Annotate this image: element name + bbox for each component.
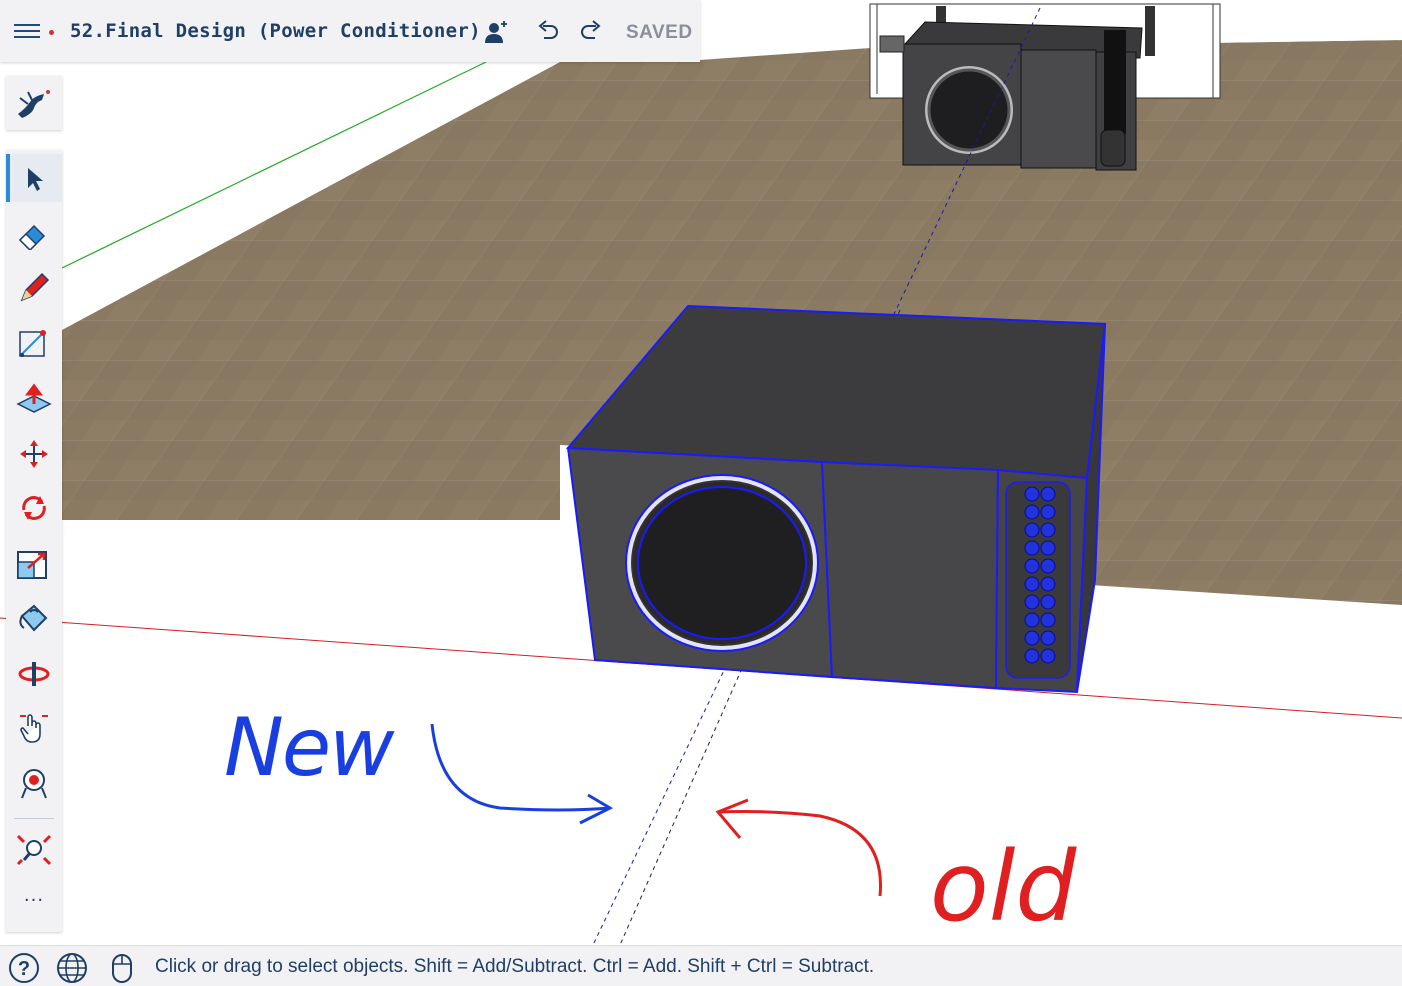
- scale-icon: [17, 551, 47, 579]
- pan-hand-icon: [20, 714, 48, 743]
- redo-icon[interactable]: [577, 18, 605, 46]
- paint-bucket-tool[interactable]: [6, 594, 62, 642]
- measure-icon: [19, 330, 46, 357]
- position-camera-icon: [21, 769, 47, 799]
- sketchup-logo-icon[interactable]: [14, 86, 54, 122]
- move-tool[interactable]: [6, 430, 62, 478]
- eraser-tool[interactable]: [6, 210, 62, 258]
- pan-tool[interactable]: [6, 704, 62, 752]
- help-icon[interactable]: ?: [8, 952, 40, 984]
- paint-bucket-icon: [19, 604, 48, 632]
- new-power-conditioner-model[interactable]: [565, 304, 1107, 694]
- pencil-tool[interactable]: [6, 264, 62, 312]
- new-label: New: [224, 701, 395, 794]
- unsaved-indicator: [49, 30, 54, 35]
- title-bar: 52.Final Design (Power Conditioner) SAVE…: [0, 0, 700, 62]
- globe-icon[interactable]: [56, 952, 88, 984]
- tool-palette: ···: [6, 150, 62, 932]
- pencil-icon: [20, 272, 50, 302]
- zoom-extents-icon: [16, 834, 52, 866]
- mouse-icon[interactable]: [106, 952, 138, 984]
- orbit-tool[interactable]: [6, 650, 62, 698]
- arrow-cursor-icon: [28, 168, 43, 191]
- push-pull-icon: [16, 383, 52, 413]
- scale-tool[interactable]: [6, 540, 62, 588]
- push-pull-tool[interactable]: [6, 374, 62, 422]
- tape-measure-tool[interactable]: [6, 320, 62, 368]
- eraser-icon: [18, 224, 46, 250]
- rotate-icon: [22, 496, 46, 520]
- logo-panel[interactable]: [6, 76, 62, 130]
- move-arrows-icon: [20, 440, 48, 468]
- status-bar: ? Click or drag to select objects. Shift…: [0, 945, 1402, 986]
- document-title[interactable]: 52.Final Design (Power Conditioner): [70, 20, 481, 42]
- add-collaborator-icon[interactable]: [482, 18, 510, 46]
- 3d-viewport[interactable]: New old: [0, 0, 1402, 945]
- saved-status: SAVED: [626, 22, 693, 43]
- menu-icon[interactable]: [14, 20, 40, 42]
- select-tool[interactable]: [6, 154, 62, 202]
- rotate-tool[interactable]: [6, 484, 62, 532]
- toolbar-separator: [14, 818, 54, 819]
- status-message: Click or drag to select objects. Shift =…: [155, 956, 875, 977]
- svg-text:?: ?: [18, 958, 30, 980]
- orbit-icon: [18, 662, 50, 686]
- zoom-extents-tool[interactable]: [6, 826, 62, 874]
- old-power-conditioner-model[interactable]: [879, 21, 1143, 171]
- old-label: old: [930, 831, 1077, 943]
- walk-tool[interactable]: [6, 760, 62, 808]
- undo-icon[interactable]: [534, 18, 562, 46]
- more-tools-button[interactable]: ···: [6, 890, 62, 920]
